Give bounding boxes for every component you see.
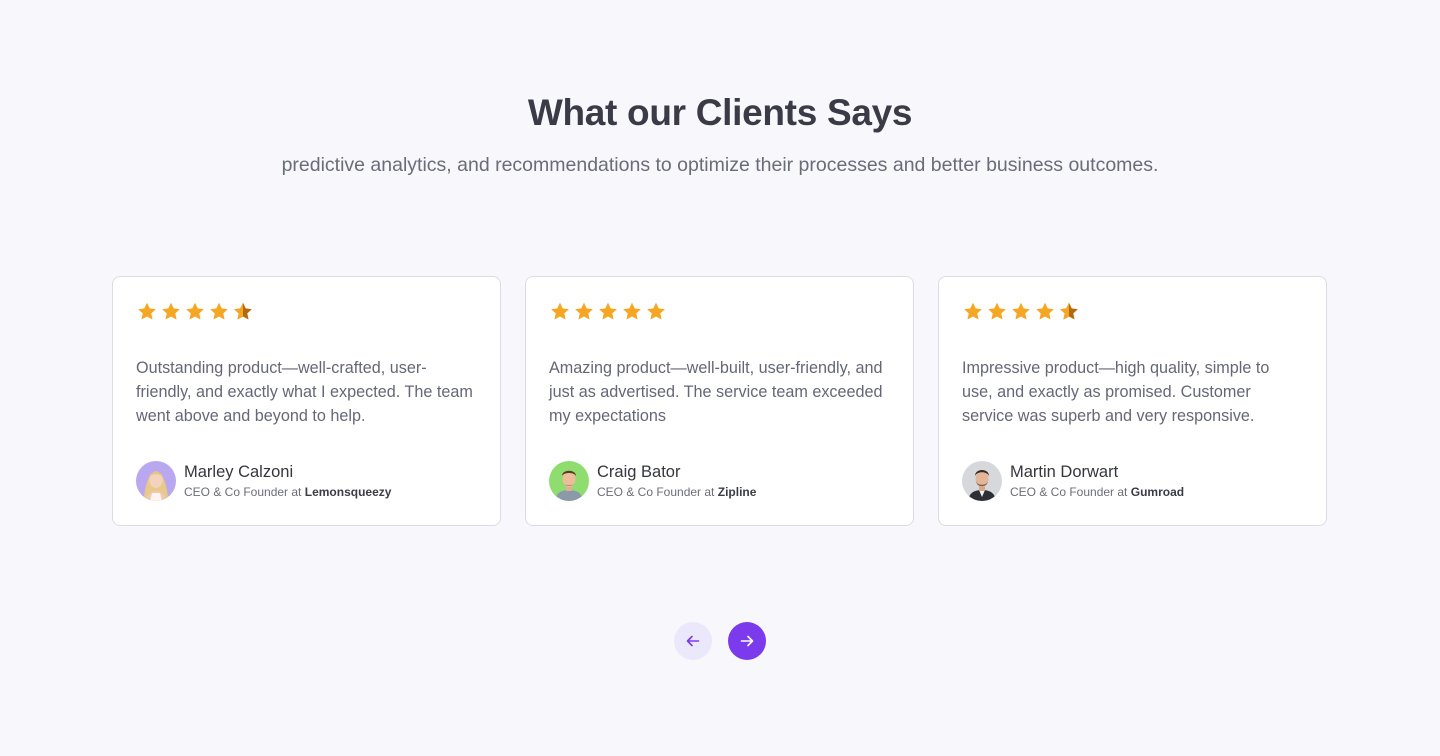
star-half-icon: [234, 302, 252, 320]
avatar: [549, 461, 589, 501]
star-rating: [962, 301, 1303, 325]
star-filled-icon: [575, 302, 593, 320]
carousel-navigation: [674, 622, 766, 660]
star-filled-icon: [599, 302, 617, 320]
author-name: Craig Bator: [597, 463, 681, 481]
star-filled-icon: [186, 302, 204, 320]
testimonial-card: Amazing product—well-built, user-friendl…: [525, 276, 914, 526]
author-role: CEO & Co Founder at Zipline: [597, 485, 756, 500]
author-company: Lemonsqueezy: [304, 485, 392, 499]
star-filled-icon: [988, 302, 1006, 320]
testimonial-author: Craig Bator CEO & Co Founder at Zipline: [549, 461, 756, 501]
star-rating: [136, 301, 477, 325]
arrow-left-icon: [686, 635, 700, 647]
star-filled-icon: [551, 302, 569, 320]
star-filled-icon: [964, 302, 982, 320]
arrow-right-icon: [740, 635, 754, 647]
author-title: CEO & Co Founder at: [1010, 485, 1128, 499]
author-role: CEO & Co Founder at Lemonsqueezy: [184, 485, 391, 500]
star-half-icon: [1060, 302, 1078, 320]
star-filled-icon: [1012, 302, 1030, 320]
next-button[interactable]: [728, 622, 766, 660]
author-role: CEO & Co Founder at Gumroad: [1010, 485, 1184, 500]
star-filled-icon: [210, 302, 228, 320]
star-filled-icon: [138, 302, 156, 320]
author-name: Martin Dorwart: [1010, 463, 1119, 481]
star-rating: [549, 301, 890, 325]
star-filled-icon: [162, 302, 180, 320]
avatar: [136, 461, 176, 501]
testimonial-quote: Outstanding product—well-crafted, user-f…: [136, 359, 473, 425]
author-title: CEO & Co Founder at: [184, 485, 302, 499]
avatar: [962, 461, 1002, 501]
testimonial-card: Outstanding product—well-crafted, user-f…: [112, 276, 501, 526]
star-filled-icon: [623, 302, 641, 320]
testimonial-quote: Amazing product—well-built, user-friendl…: [549, 359, 883, 425]
author-company: Zipline: [717, 485, 757, 499]
testimonial-cards: Outstanding product—well-crafted, user-f…: [112, 276, 1327, 526]
previous-button[interactable]: [674, 622, 712, 660]
star-filled-icon: [647, 302, 665, 320]
section-title: What our Clients Says: [527, 92, 913, 133]
testimonial-author: Martin Dorwart CEO & Co Founder at Gumro…: [962, 461, 1184, 501]
section-subtitle: predictive analytics, and recommendation…: [281, 154, 1159, 176]
testimonials-section: What our Clients Says predictive analyti…: [0, 0, 1440, 756]
star-filled-icon: [1036, 302, 1054, 320]
author-name: Marley Calzoni: [184, 463, 294, 481]
author-company: Gumroad: [1130, 485, 1185, 499]
testimonial-author: Marley Calzoni CEO & Co Founder at Lemon…: [136, 461, 391, 501]
testimonial-card: Impressive product—high quality, simple …: [938, 276, 1327, 526]
author-title: CEO & Co Founder at: [597, 485, 715, 499]
testimonial-quote: Impressive product—high quality, simple …: [962, 359, 1270, 425]
